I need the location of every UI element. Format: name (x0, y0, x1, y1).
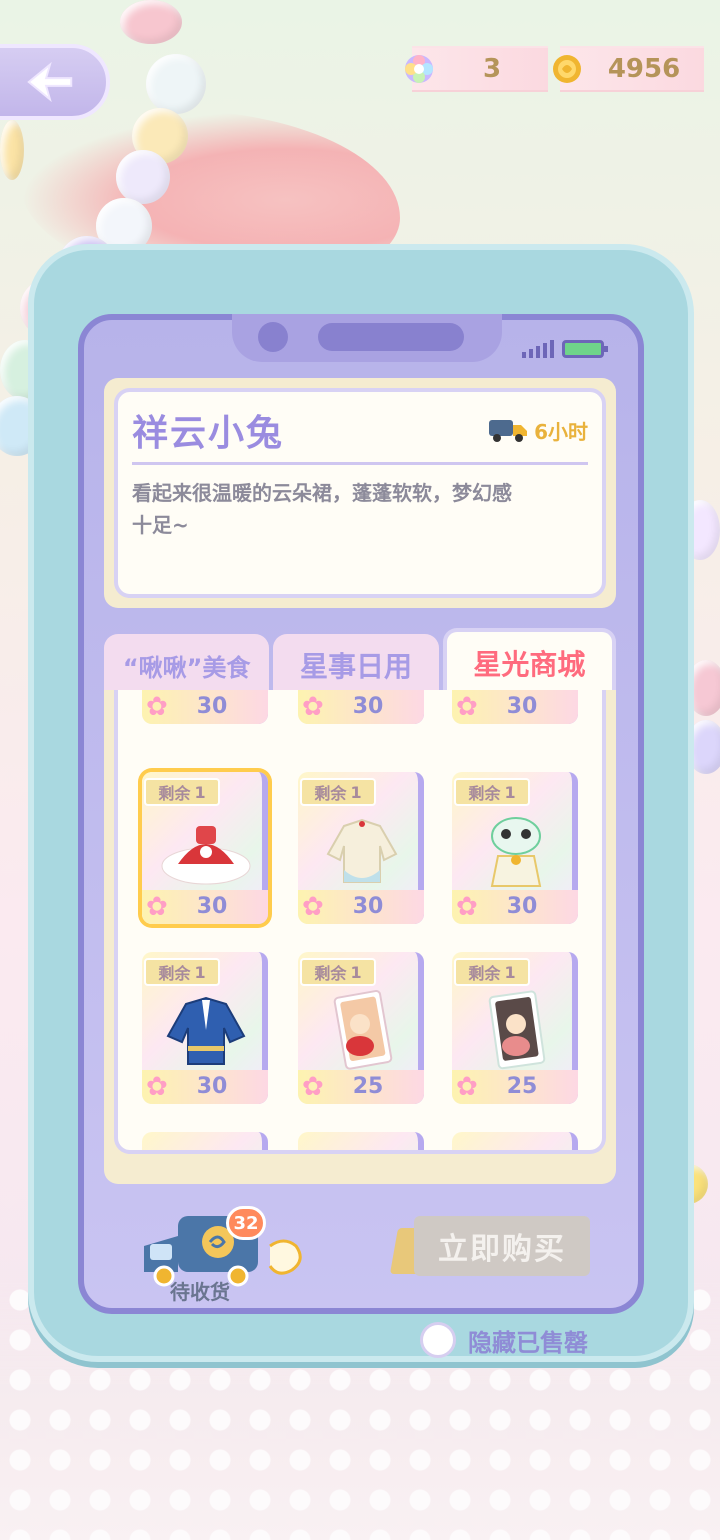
item-name: 祥云小兔 (132, 413, 285, 454)
delivery-label: 待收货 (170, 1280, 230, 1304)
star-count: 3 (482, 54, 502, 84)
price: 30 (352, 694, 384, 719)
red-dress-icon (161, 826, 251, 885)
ship-time-text: 6小时 (534, 419, 588, 444)
product-card[interactable]: ✿ 30 (452, 690, 578, 724)
bead-decoration (0, 120, 24, 180)
lion-dance-outfit-icon (490, 817, 542, 887)
blue-jacket-icon (166, 996, 246, 1065)
bead-decoration (116, 150, 170, 204)
product-card[interactable]: 剩余 1 ✿ 25 (452, 952, 578, 1104)
product-card[interactable] (142, 1132, 268, 1150)
price: 25 (506, 1074, 538, 1099)
bead-decoration (146, 54, 206, 114)
tab-daily[interactable]: 星事日用 (273, 634, 439, 696)
item-info-panel: 祥云小兔 6小时 看起来很温暖的云朵裙，蓬蓬软软，梦幻感 十足~ (104, 378, 616, 608)
remain-badge: 剩余 1 (144, 958, 220, 986)
product-card[interactable]: 剩余 1 ✿ 25 (298, 952, 424, 1104)
rainbow-star-icon (402, 52, 436, 86)
product-grid[interactable]: ✿ 30 ✿ 30 ✿ 30 剩余 1 ✿ 30 剩余 1 ✿ 30 剩余 1 … (114, 690, 606, 1154)
hide-sold-radio[interactable] (420, 1322, 456, 1358)
price: 30 (196, 694, 228, 719)
item-description: 看起来很温暖的云朵裙，蓬蓬软软，梦幻感 十足~ (132, 477, 588, 541)
product-card[interactable] (452, 1132, 578, 1150)
price: 30 (506, 894, 538, 919)
star-currency: 3 (405, 46, 548, 92)
product-card[interactable]: 剩余 1 ✿ 30 (142, 772, 268, 924)
rainbow-star-icon: ✿ (302, 892, 324, 922)
photo-card-icon (488, 990, 546, 1070)
coin-icon (550, 52, 584, 86)
product-card[interactable] (298, 1132, 424, 1150)
price: 30 (352, 894, 384, 919)
rainbow-star-icon: ✿ (146, 1072, 168, 1102)
hide-sold-label: 隐藏已售罄 (468, 1328, 588, 1357)
remain-badge: 剩余 1 (454, 778, 530, 806)
truck-icon (489, 420, 528, 442)
delivery-count-badge: 32 (226, 1206, 266, 1240)
product-card[interactable]: 剩余 1 ✿ 30 (142, 952, 268, 1104)
product-card[interactable]: ✿ 30 (298, 690, 424, 724)
tab-star-mall[interactable]: 星光商城 (442, 628, 616, 694)
price: 30 (196, 894, 228, 919)
rainbow-star-icon: ✿ (146, 892, 168, 922)
ship-time: 6小时 (488, 416, 588, 445)
price: 30 (196, 1074, 228, 1099)
product-card[interactable]: 剩余 1 ✿ 30 (452, 772, 578, 924)
rainbow-star-icon: ✿ (456, 1072, 478, 1102)
phone-notch (232, 314, 502, 362)
buy-now-button[interactable]: 立即购买 (414, 1216, 590, 1276)
hide-sold-out-toggle[interactable]: 隐藏已售罄 (420, 1322, 588, 1358)
remain-badge: 剩余 1 (454, 958, 530, 986)
remain-badge: 剩余 1 (300, 778, 376, 806)
shop-tabs: “啾啾”美食 星事日用 星光商城 (104, 628, 616, 696)
price: 30 (506, 694, 538, 719)
description-line: 看起来很温暖的云朵裙，蓬蓬软软，梦幻感 (132, 481, 512, 505)
rainbow-star-icon: ✿ (456, 692, 478, 722)
signal-icon (522, 340, 554, 358)
back-arrow-icon (27, 61, 73, 103)
battery-icon (562, 340, 608, 358)
remain-badge: 剩余 1 (300, 958, 376, 986)
coin-count: 4956 (607, 54, 681, 84)
coin-currency: 4956 (553, 46, 704, 92)
bead-decoration (120, 0, 182, 44)
rainbow-star-icon: ✿ (302, 1072, 324, 1102)
white-coat-icon (326, 818, 398, 883)
status-bar (522, 340, 608, 358)
remain-badge: 剩余 1 (144, 778, 220, 806)
price: 25 (352, 1074, 384, 1099)
description-line: 十足~ (132, 513, 189, 537)
rainbow-star-icon: ✿ (456, 892, 478, 922)
photo-card-icon (333, 990, 393, 1070)
back-button[interactable] (0, 44, 110, 120)
rainbow-star-icon: ✿ (302, 692, 324, 722)
product-card[interactable]: 剩余 1 ✿ 30 (298, 772, 424, 924)
rainbow-star-icon: ✿ (146, 692, 168, 722)
tab-food[interactable]: “啾啾”美食 (104, 634, 270, 696)
product-card[interactable]: ✿ 30 (142, 690, 268, 724)
product-grid-panel: ✿ 30 ✿ 30 ✿ 30 剩余 1 ✿ 30 剩余 1 ✿ 30 剩余 1 … (104, 690, 616, 1184)
